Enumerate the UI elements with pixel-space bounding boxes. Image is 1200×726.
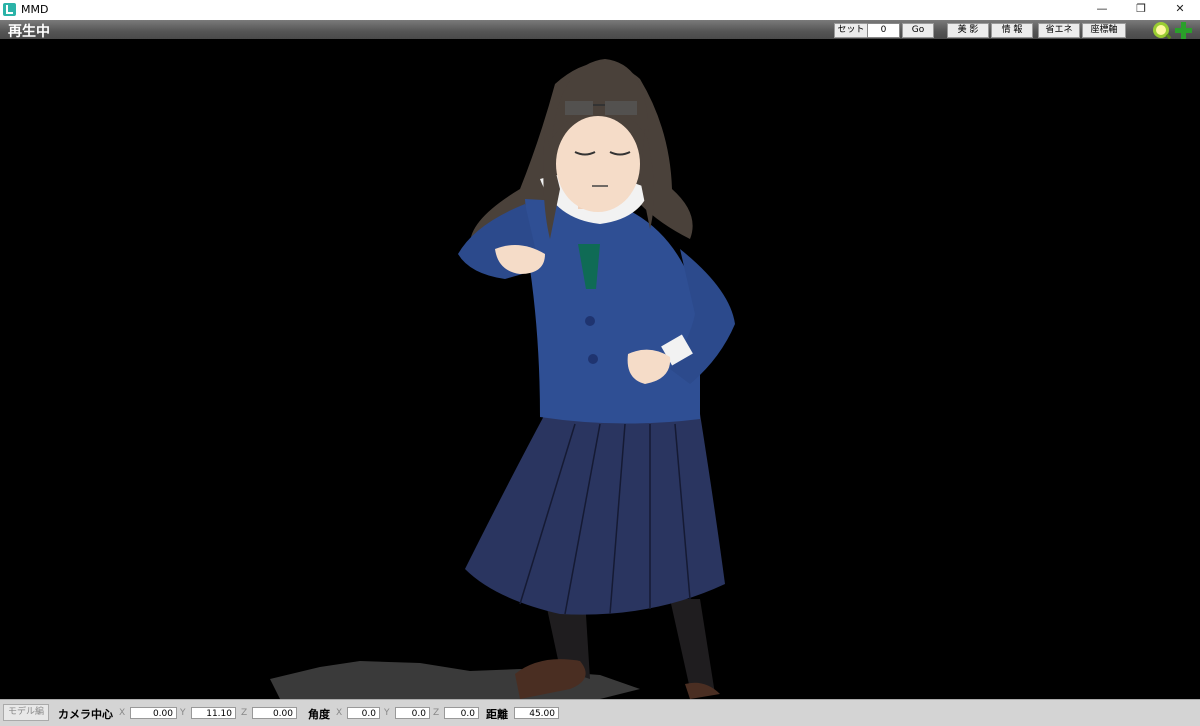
angle-label: 角度: [308, 708, 330, 721]
info-button[interactable]: 情 報: [991, 23, 1033, 38]
close-button[interactable]: ✕: [1160, 0, 1200, 20]
status-toolbar: 再生中 セット 0 Go 美 影 情 報 省エネ 座標軸: [0, 20, 1200, 40]
camera-center-label: カメラ中心: [58, 708, 113, 721]
set-frame-button[interactable]: セット: [834, 23, 868, 38]
camera-center-y-field[interactable]: 11.10: [191, 707, 236, 719]
go-button[interactable]: Go: [902, 23, 934, 38]
distance-field[interactable]: 45.00: [514, 707, 559, 719]
3d-viewport[interactable]: [0, 39, 1200, 699]
camera-center-z-field[interactable]: 0.00: [252, 707, 297, 719]
window-title: MMD: [21, 3, 49, 16]
model-edit-mode-button[interactable]: モデル編: [3, 704, 49, 721]
playback-status: 再生中: [8, 24, 50, 40]
camera-bar: モデル編 カメラ中心 X 0.00 Y 11.10 Z 0.00 角度 X 0.…: [0, 699, 1200, 726]
angle-y-field[interactable]: 0.0: [395, 707, 430, 719]
angle-x-label: X: [336, 708, 343, 718]
beauty-shadow-button[interactable]: 美 影: [947, 23, 989, 38]
model-render: [270, 59, 735, 699]
zoom-icon[interactable]: [1153, 22, 1169, 38]
angle-z-label: Z: [433, 708, 440, 718]
restore-button[interactable]: ❐: [1121, 0, 1161, 20]
camera-center-x-field[interactable]: 0.00: [130, 707, 177, 719]
camera-z-label: Z: [241, 708, 248, 718]
angle-x-field[interactable]: 0.0: [347, 707, 380, 719]
camera-y-label: Y: [180, 708, 186, 718]
app-icon: [3, 3, 16, 16]
add-icon[interactable]: [1175, 22, 1192, 39]
camera-x-label: X: [119, 708, 126, 718]
distance-label: 距離: [486, 708, 508, 721]
minimize-button[interactable]: —: [1082, 0, 1122, 20]
eco-mode-button[interactable]: 省エネ: [1038, 23, 1080, 38]
angle-y-label: Y: [384, 708, 390, 718]
coordinate-axis-button[interactable]: 座標軸: [1082, 23, 1126, 38]
window-titlebar: MMD — ❐ ✕: [0, 0, 1200, 20]
angle-z-field[interactable]: 0.0: [444, 707, 479, 719]
frame-input[interactable]: 0: [867, 23, 900, 38]
